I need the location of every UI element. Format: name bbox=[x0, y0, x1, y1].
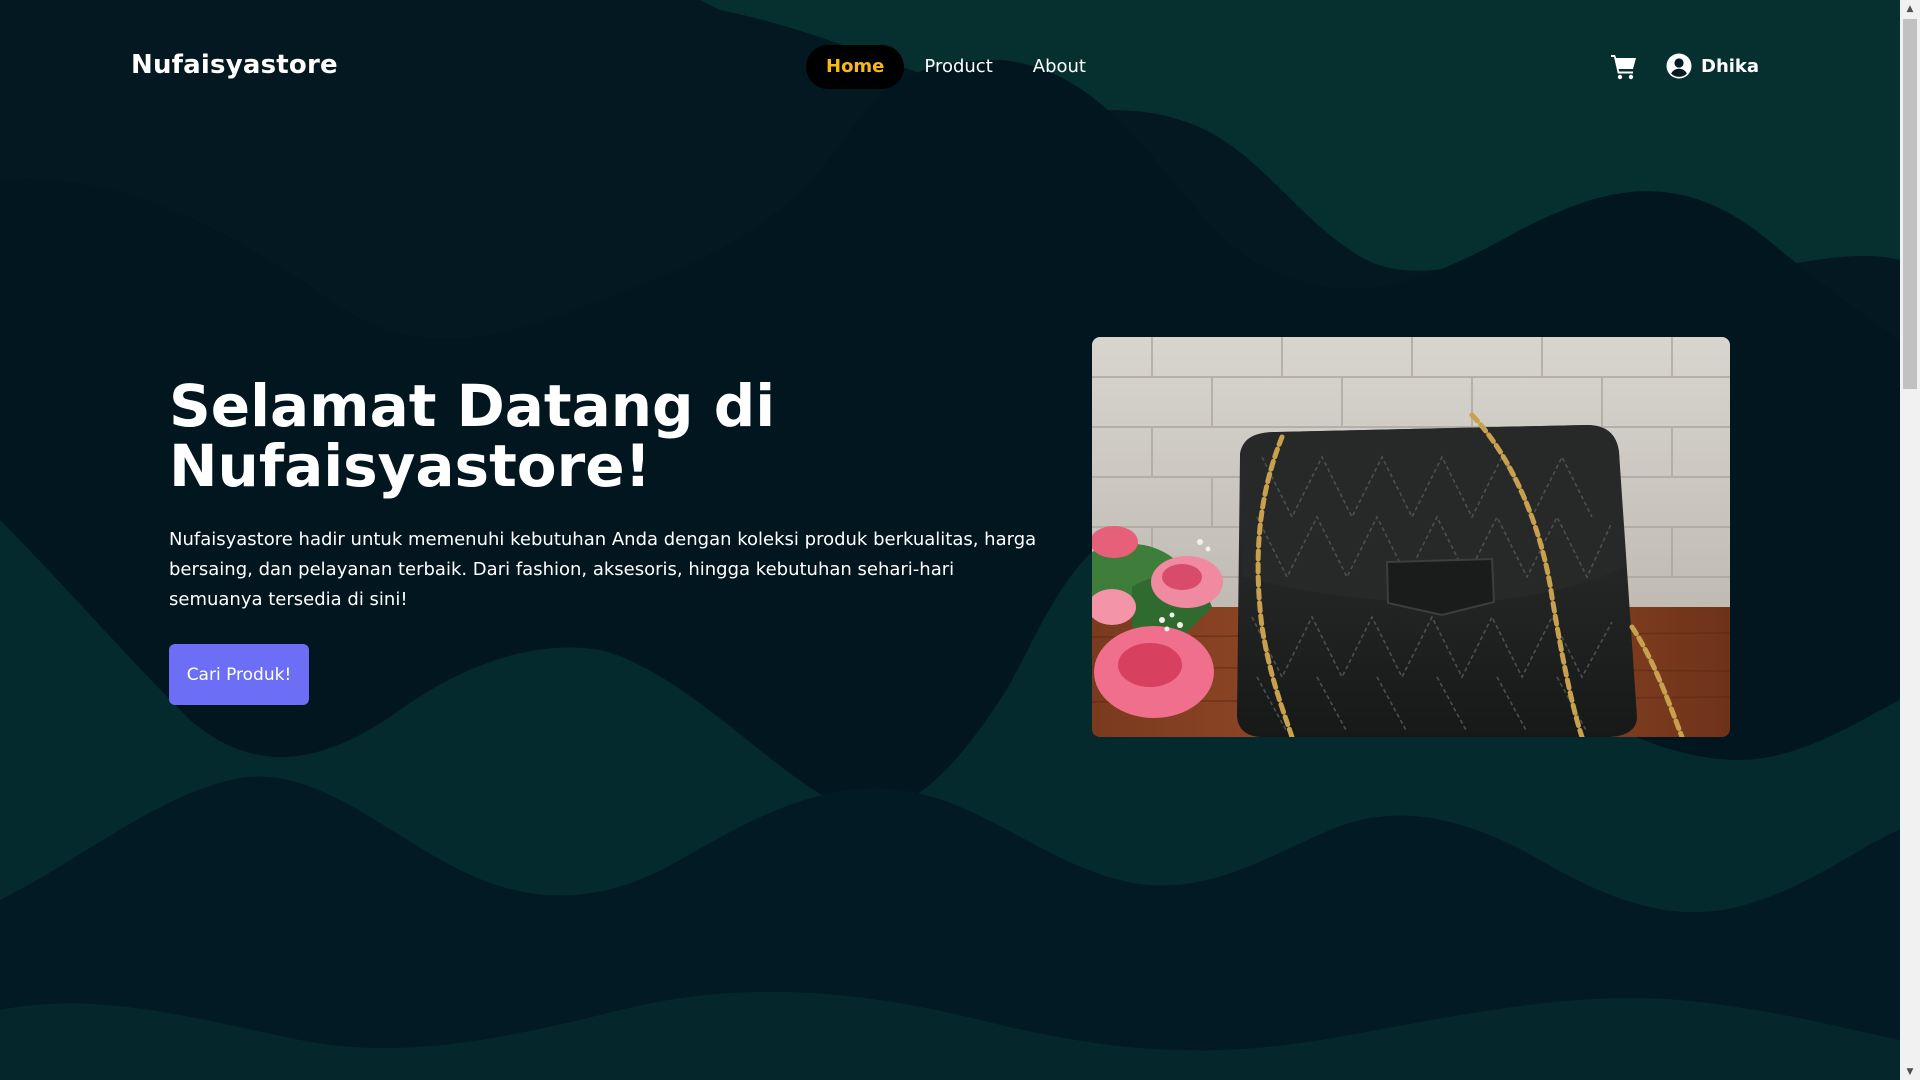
page: Nufaisyastore Home Product About Dhika S… bbox=[0, 0, 1900, 1080]
hero-description: Nufaisyastore hadir untuk memenuhi kebut… bbox=[169, 529, 1037, 610]
header-actions: Dhika bbox=[1610, 52, 1759, 80]
main-nav: Home Product About bbox=[806, 45, 1106, 89]
page-scrollbar[interactable]: ▲ ▼ bbox=[1900, 0, 1920, 1080]
nav-item-home[interactable]: Home bbox=[806, 45, 905, 89]
scrollbar-thumb[interactable] bbox=[1903, 19, 1917, 389]
hero-title-line2: Nufaisyastore! bbox=[169, 432, 652, 500]
hero-title-line1: Selamat Datang di bbox=[169, 372, 776, 440]
navbar: Nufaisyastore Home Product About Dhika bbox=[0, 0, 1900, 136]
user-circle-icon bbox=[1666, 53, 1692, 79]
scroll-up-arrow-icon[interactable]: ▲ bbox=[1900, 0, 1920, 17]
cart-icon[interactable] bbox=[1610, 52, 1638, 80]
user-name: Dhika bbox=[1701, 55, 1760, 77]
search-product-button[interactable]: Cari Produk! bbox=[169, 644, 309, 705]
hero-title: Selamat Datang di Nufaisyastore! bbox=[169, 376, 989, 496]
brand-logo[interactable]: Nufaisyastore bbox=[131, 50, 338, 80]
scroll-down-arrow-icon[interactable]: ▼ bbox=[1900, 1063, 1920, 1080]
hero-product-image bbox=[1092, 337, 1730, 737]
nav-item-about[interactable]: About bbox=[1013, 45, 1106, 89]
nav-item-product[interactable]: Product bbox=[904, 45, 1012, 89]
user-menu[interactable]: Dhika bbox=[1666, 53, 1759, 79]
